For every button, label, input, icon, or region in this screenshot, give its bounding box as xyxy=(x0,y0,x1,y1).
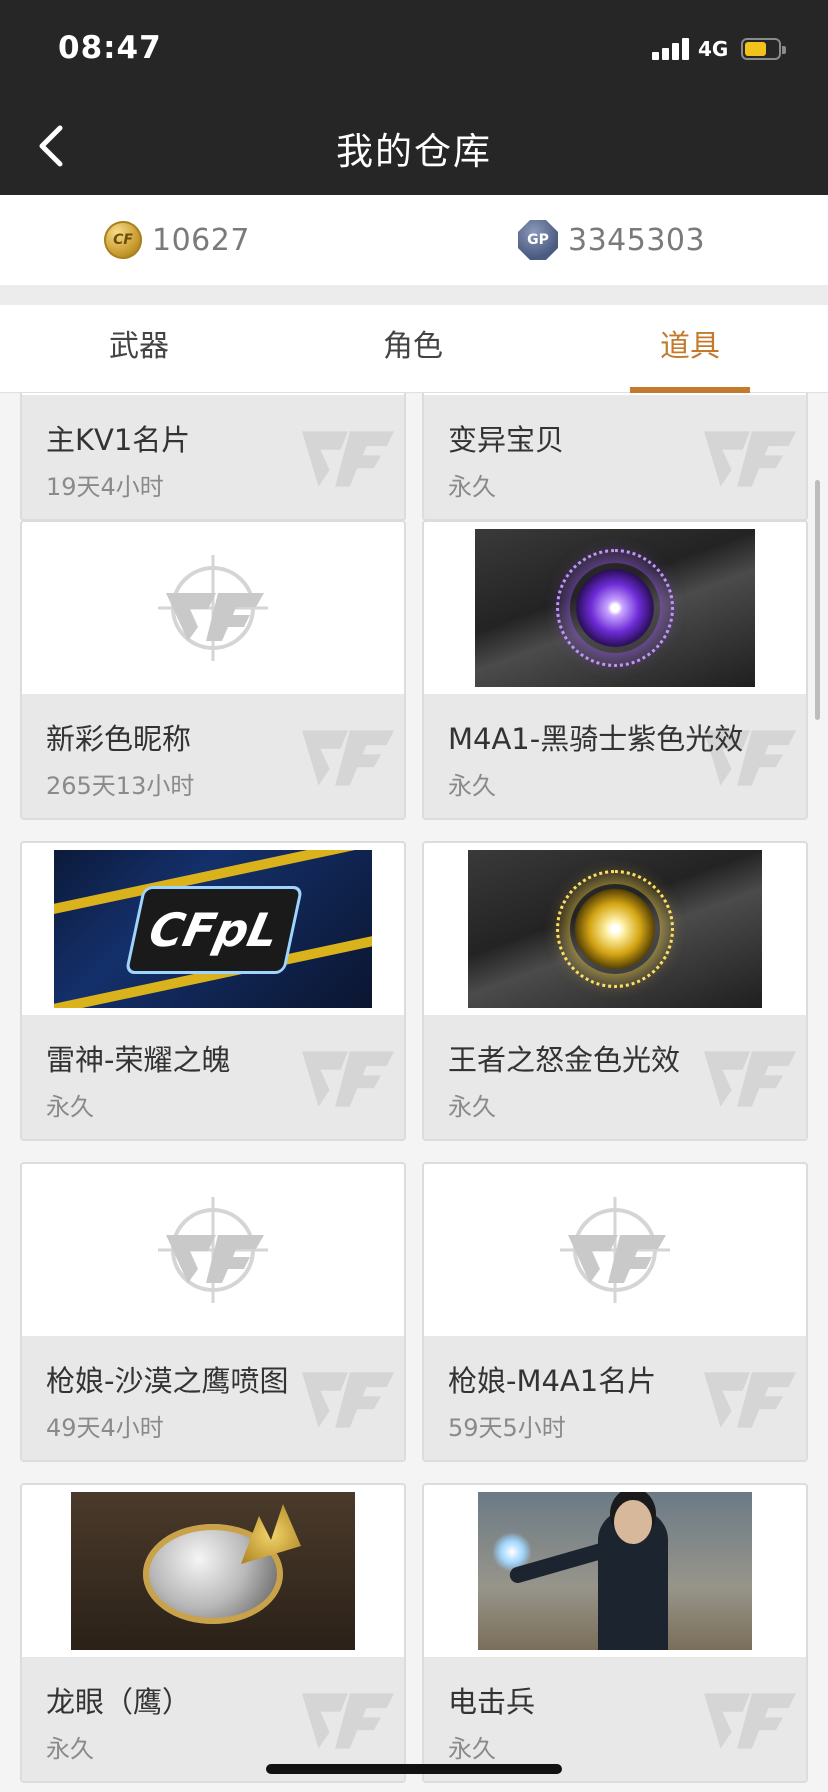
item-duration: 19天4小时 xyxy=(46,473,164,501)
gp-coin-icon: GP xyxy=(518,220,558,260)
app-root: 08:47 4G 我的仓库 CF 10627 GP 3345303 武器 角色 … xyxy=(0,0,828,1792)
item-name: 枪娘-M4A1名片 xyxy=(448,1364,657,1398)
item-card[interactable]: 龙眼（鹰） 永久 xyxy=(20,1483,406,1783)
item-card[interactable]: 主KV1名片 19天4小时 xyxy=(20,393,406,521)
page-title: 我的仓库 xyxy=(336,130,492,173)
cf-coin-icon: CF xyxy=(104,221,142,259)
dragon-ring-image xyxy=(71,1492,355,1650)
item-duration: 永久 xyxy=(46,1735,94,1763)
cf-watermark-icon xyxy=(302,431,394,487)
item-name: 龙眼（鹰） xyxy=(46,1685,192,1719)
item-card[interactable]: 变异宝贝 永久 xyxy=(422,393,808,521)
item-duration: 永久 xyxy=(448,473,496,501)
scrollbar[interactable] xyxy=(815,480,820,720)
item-image xyxy=(22,1485,404,1657)
tab-label: 道具 xyxy=(660,329,720,364)
item-image xyxy=(424,1164,806,1336)
battery-icon xyxy=(741,38,786,60)
item-name: 变异宝贝 xyxy=(448,423,565,457)
cf-placeholder-icon xyxy=(156,553,270,663)
network-label: 4G xyxy=(698,37,729,61)
item-image xyxy=(424,1485,806,1657)
cf-points-value: 10627 xyxy=(152,222,250,258)
item-duration: 永久 xyxy=(46,1093,94,1121)
spacer xyxy=(0,285,828,305)
signal-icon xyxy=(652,38,692,60)
item-duration: 永久 xyxy=(448,772,496,800)
status-time: 08:47 xyxy=(58,30,162,66)
item-card[interactable]: M4A1-黑骑士紫色光效 永久 xyxy=(422,520,808,820)
cfpl-logo: CFpL xyxy=(124,886,304,974)
item-card[interactable]: 新彩色昵称 265天13小时 xyxy=(20,520,406,820)
header: 08:47 4G 我的仓库 xyxy=(0,0,828,195)
tab-label: 角色 xyxy=(383,329,443,364)
cf-points: CF 10627 xyxy=(104,219,250,261)
item-card[interactable]: 枪娘-M4A1名片 59天5小时 xyxy=(422,1162,808,1462)
cf-watermark-icon xyxy=(704,1693,796,1749)
item-name: 主KV1名片 xyxy=(46,423,191,457)
item-name: 枪娘-沙漠之鹰喷图 xyxy=(46,1364,289,1398)
item-card[interactable]: 王者之怒金色光效 永久 xyxy=(422,841,808,1141)
cf-watermark-icon xyxy=(302,730,394,786)
currency-bar: CF 10627 GP 3345303 xyxy=(0,195,828,285)
item-name: M4A1-黑骑士紫色光效 xyxy=(448,722,744,756)
purple-glow-image xyxy=(475,529,755,687)
item-name: 雷神-荣耀之魄 xyxy=(46,1043,231,1077)
item-grid[interactable]: 主KV1名片 19天4小时 变异宝贝 永久 新彩色昵称 265天13小时 M4A… xyxy=(0,393,828,1792)
item-name: 王者之怒金色光效 xyxy=(448,1043,681,1077)
gp-points-value: 3345303 xyxy=(568,222,706,258)
cf-watermark-icon xyxy=(302,1693,394,1749)
item-image xyxy=(22,522,404,694)
gp-points: GP 3345303 xyxy=(518,219,705,261)
item-name: 新彩色昵称 xyxy=(46,722,192,756)
cf-placeholder-icon xyxy=(156,1195,270,1305)
item-duration: 265天13小时 xyxy=(46,772,195,800)
item-card[interactable]: 电击兵 永久 xyxy=(422,1483,808,1783)
tab-bar: 武器 角色 道具 xyxy=(0,305,828,393)
item-duration: 永久 xyxy=(448,1093,496,1121)
cf-watermark-icon xyxy=(704,431,796,487)
cf-watermark-icon xyxy=(302,1372,394,1428)
item-duration: 49天4小时 xyxy=(46,1414,164,1442)
tab-roles[interactable]: 角色 xyxy=(338,305,488,393)
tab-label: 武器 xyxy=(109,329,169,364)
cfpl-banner-image: CFpL xyxy=(54,850,372,1008)
cf-watermark-icon xyxy=(704,1372,796,1428)
item-card[interactable]: CFpL 雷神-荣耀之魄 永久 xyxy=(20,841,406,1141)
item-image xyxy=(22,1164,404,1336)
cf-watermark-icon xyxy=(704,1051,796,1107)
cf-watermark-icon xyxy=(302,1051,394,1107)
item-image xyxy=(424,522,806,694)
item-duration: 永久 xyxy=(448,1735,496,1763)
cf-placeholder-icon xyxy=(558,1195,672,1305)
soldier-image xyxy=(478,1492,752,1650)
item-image xyxy=(424,843,806,1015)
item-image: CFpL xyxy=(22,843,404,1015)
item-name: 电击兵 xyxy=(448,1685,536,1719)
tab-items[interactable]: 道具 xyxy=(630,305,750,393)
gold-glow-image xyxy=(468,850,762,1008)
tab-weapons[interactable]: 武器 xyxy=(64,305,214,393)
item-card[interactable]: 枪娘-沙漠之鹰喷图 49天4小时 xyxy=(20,1162,406,1462)
item-duration: 59天5小时 xyxy=(448,1414,566,1442)
